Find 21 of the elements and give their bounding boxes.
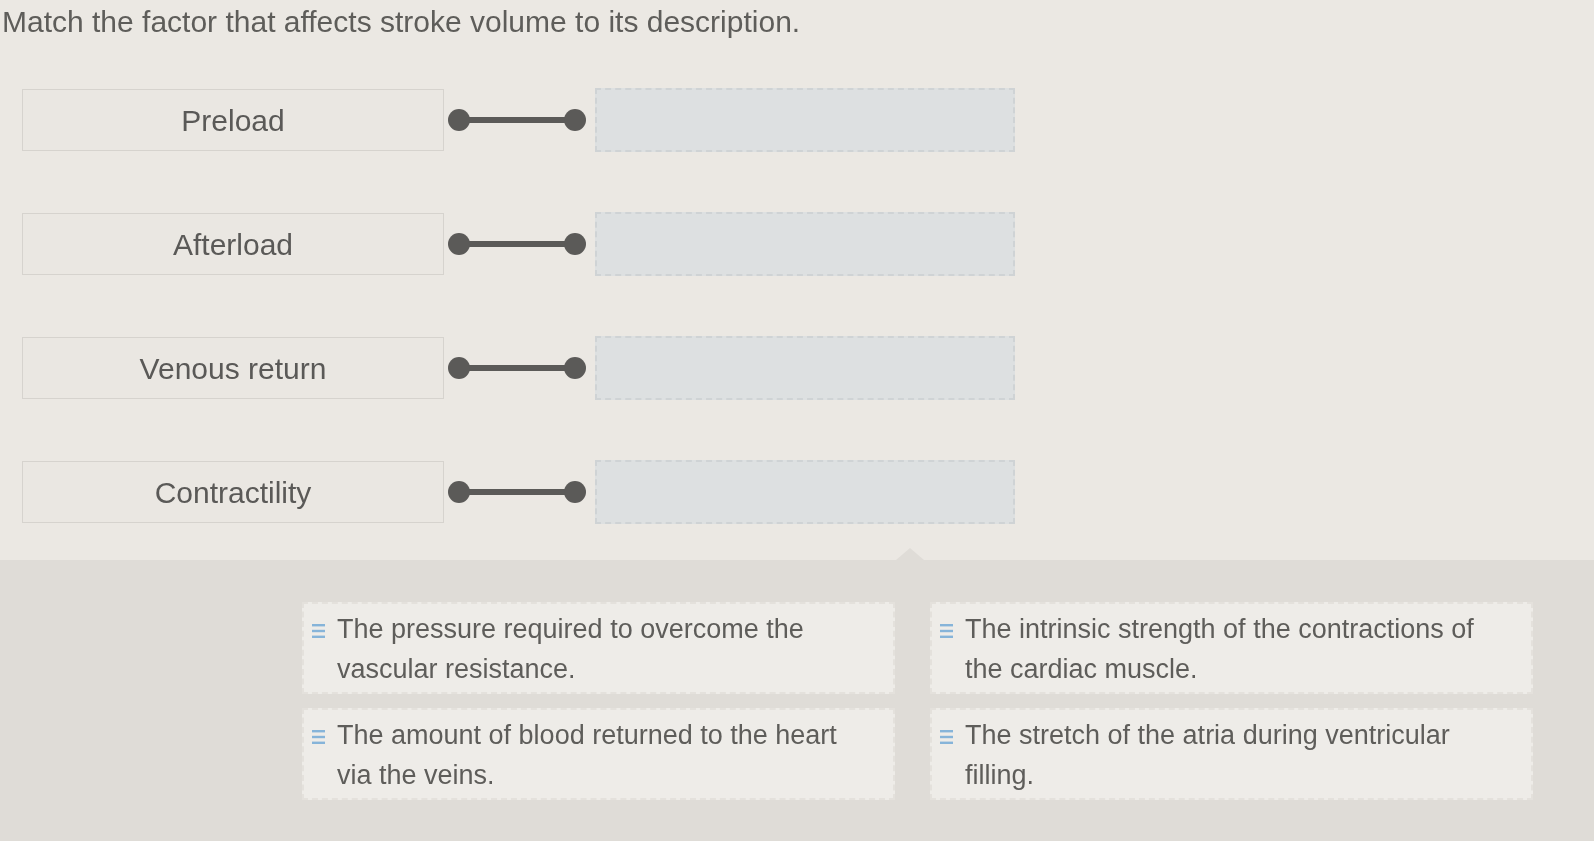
answer-option[interactable]: The pressure required to overcome the vascular resistance.	[302, 602, 895, 694]
connector-handle[interactable]	[447, 108, 587, 132]
drag-handle-icon	[312, 730, 325, 744]
answer-option[interactable]: The intrinsic strength of the contractions of the cardiac muscle.	[930, 602, 1533, 694]
drag-handle-icon	[940, 624, 953, 638]
option-text: The stretch of the atria during ventricular filling.	[965, 719, 1451, 792]
term-card: Venous return	[22, 337, 444, 399]
term-card: Contractility	[22, 461, 444, 523]
term-card: Preload	[22, 89, 444, 151]
term-card: Afterload	[22, 213, 444, 275]
instruction-text: Match the factor that affects stroke volume to its description.	[2, 5, 801, 38]
connector-handle[interactable]	[447, 356, 587, 380]
drag-handle-icon	[940, 730, 953, 744]
option-text: The pressure required to overcome the vascular resistance.	[337, 613, 805, 686]
drag-handle-icon	[312, 624, 325, 638]
answer-option[interactable]: The stretch of the atria during ventricular filling.	[930, 708, 1533, 800]
option-text: The intrinsic strength of the contractions of the cardiac muscle.	[965, 613, 1475, 686]
option-text: The amount of blood returned to the heart via the veins.	[337, 719, 838, 792]
connector-handle[interactable]	[447, 480, 587, 504]
connector-handle[interactable]	[447, 232, 587, 256]
answer-option[interactable]: The amount of blood returned to the heart via the veins.	[302, 708, 895, 800]
